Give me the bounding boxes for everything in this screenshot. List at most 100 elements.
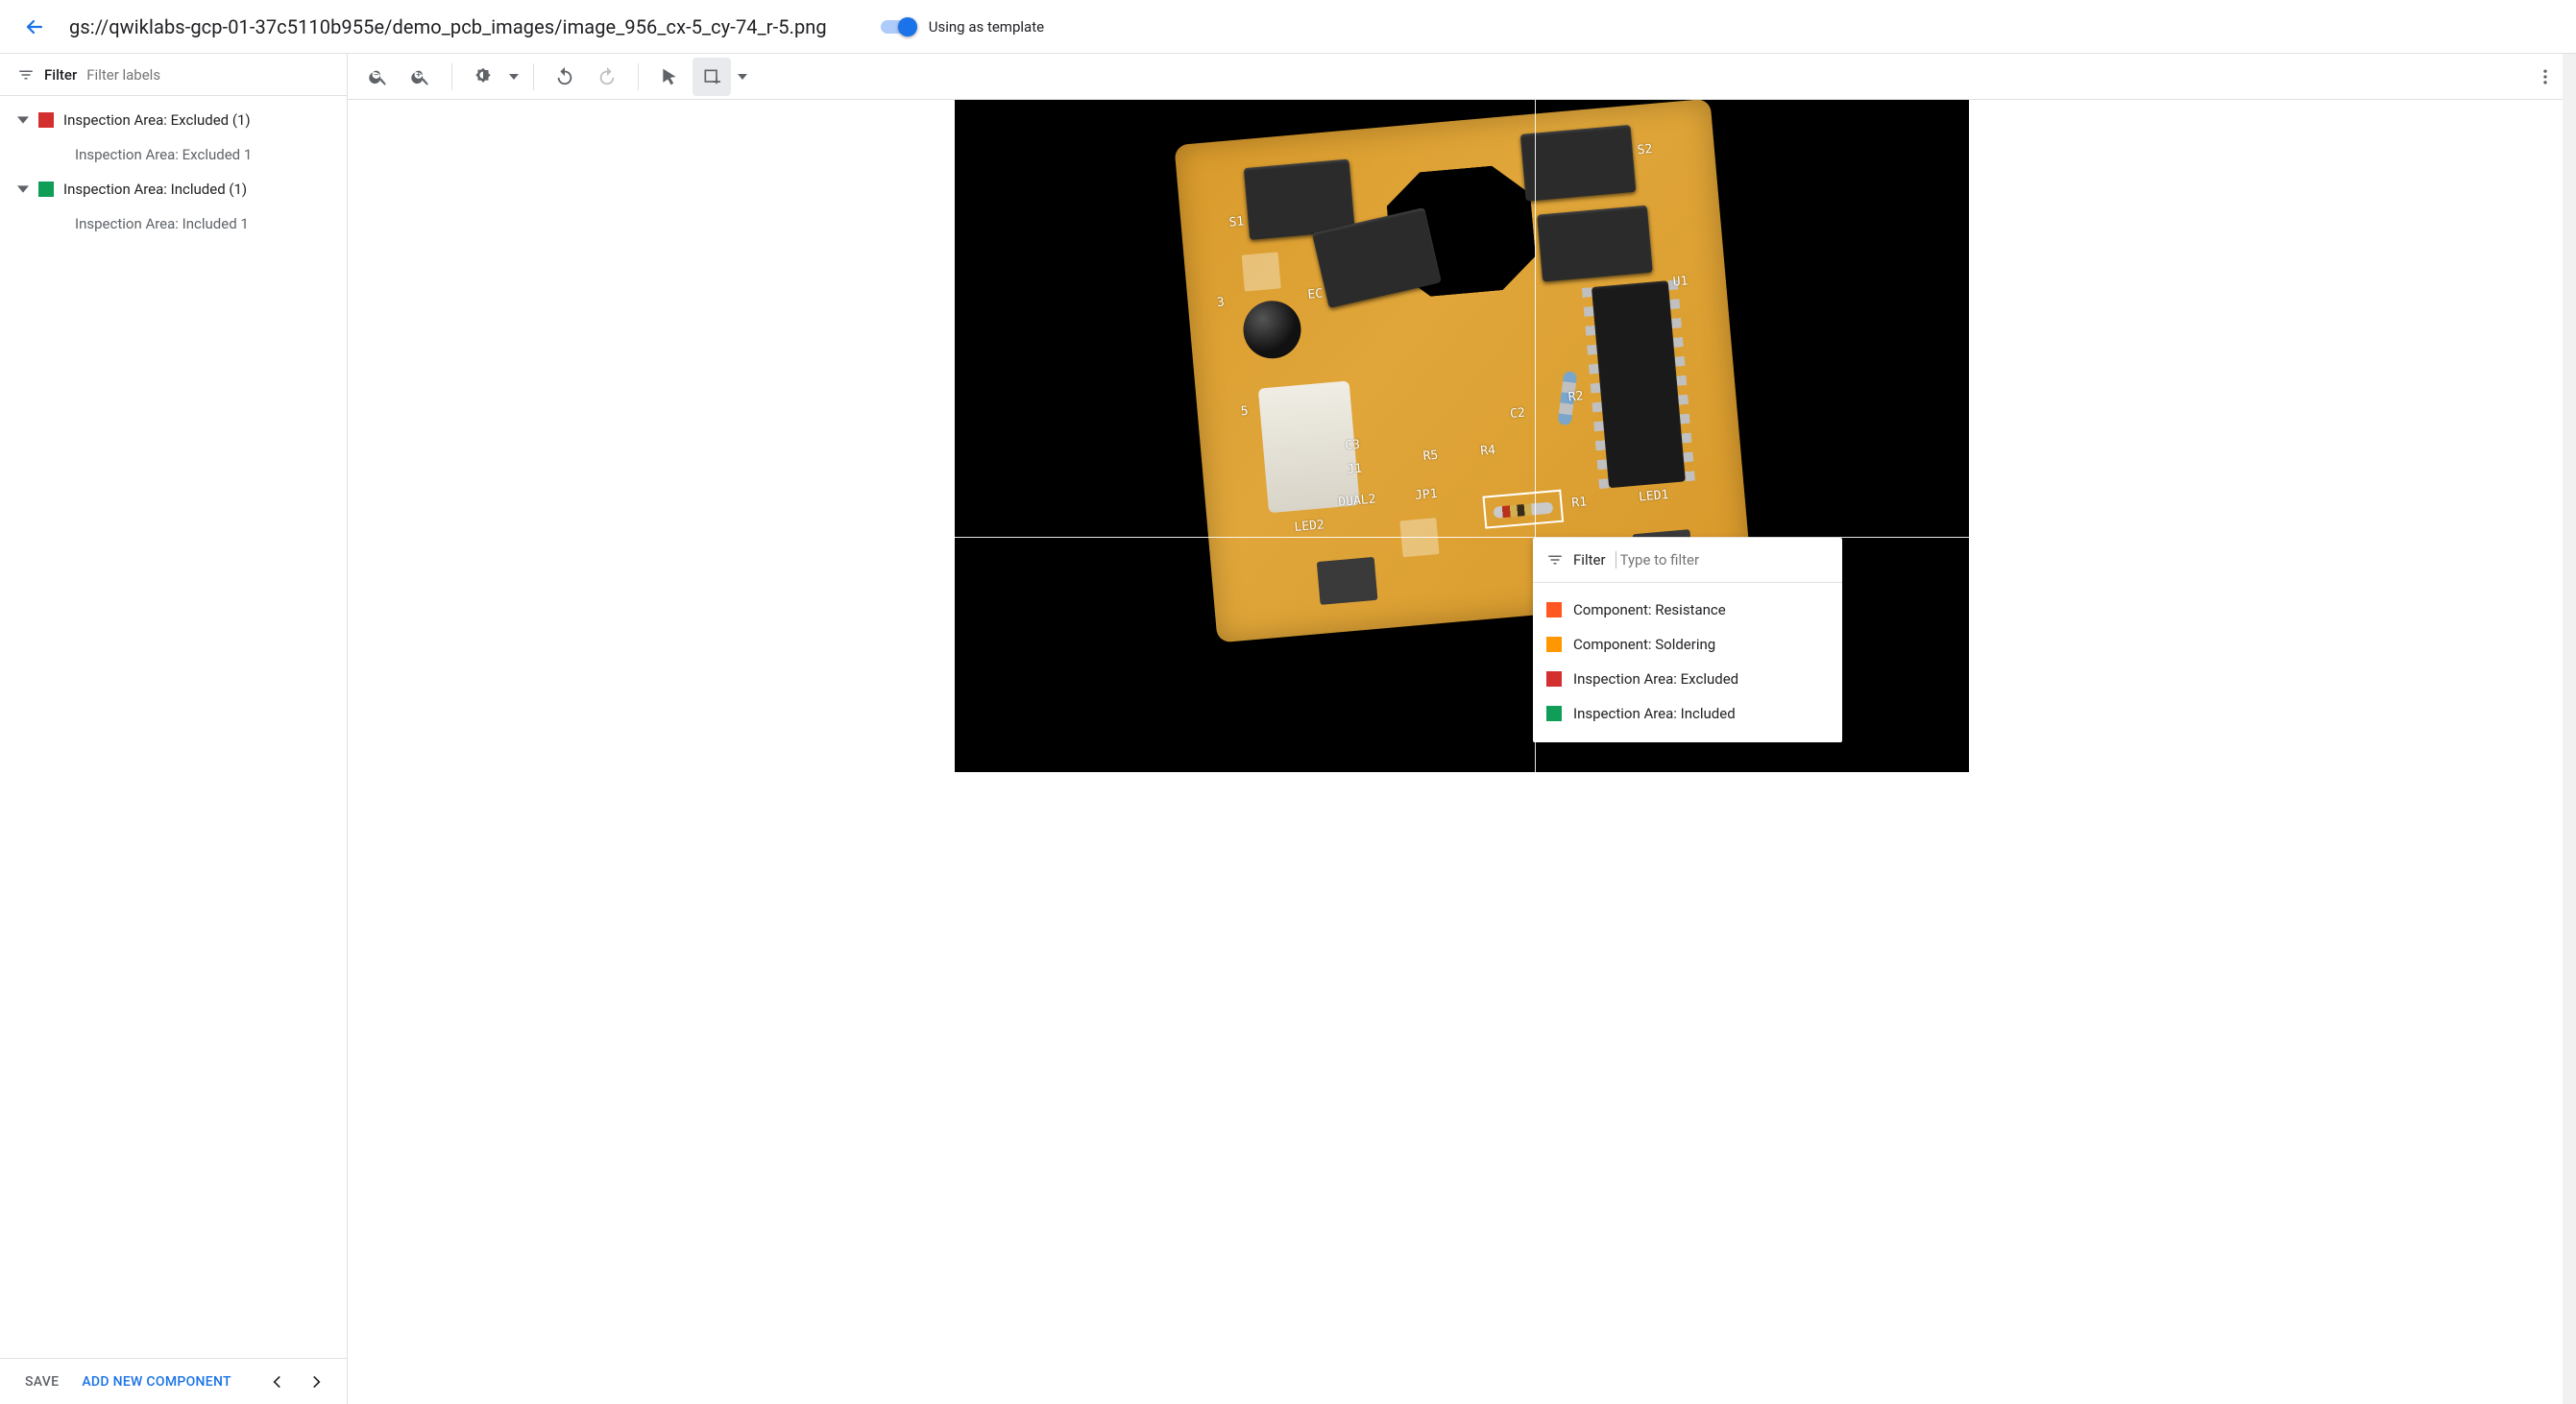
silkscreen-label: R5 — [1422, 448, 1439, 464]
group-label-included: Inspection Area: Included (1) — [63, 181, 247, 198]
label-selector-popover: Filter Component: Resistance Component: … — [1533, 538, 1842, 742]
pointer-tool-button[interactable] — [650, 58, 689, 96]
silkscreen-label: S2 — [1637, 142, 1653, 157]
caret-down-icon — [509, 74, 519, 80]
popover-option-soldering[interactable]: Component: Soldering — [1533, 627, 1842, 662]
color-chip — [1546, 602, 1562, 617]
popover-filter-bar: Filter — [1533, 538, 1842, 583]
image-canvas: S1 S2 3 5 U1 C2 C3 J1 R2 R4 R5 R1 JP1 DU… — [955, 100, 1969, 772]
silkscreen-label: DUAL2 — [1338, 493, 1376, 510]
prev-image-button[interactable] — [260, 1365, 295, 1399]
group-header-included[interactable]: Inspection Area: Included (1) — [0, 171, 347, 207]
popover-filter-input[interactable] — [1616, 551, 1829, 569]
top-bar: gs://qwiklabs-gcp-01-37c5110b955e/demo_p… — [0, 0, 2576, 54]
zoom-in-icon — [410, 66, 431, 87]
zoom-in-button[interactable] — [401, 58, 440, 96]
scrollbar-track[interactable] — [2563, 54, 2576, 1404]
image-viewport[interactable]: S1 S2 3 5 U1 C2 C3 J1 R2 R4 R5 R1 JP1 DU… — [348, 100, 2576, 1404]
sidebar-filter-bar: Filter — [0, 54, 347, 96]
brightness-button[interactable] — [464, 58, 502, 96]
undo-icon — [554, 66, 575, 87]
silkscreen-label: R1 — [1571, 495, 1588, 510]
caret-down-icon — [738, 74, 747, 80]
chevron-down-icon — [17, 183, 29, 195]
sidebar-footer: SAVE ADD NEW COMPONENT — [0, 1358, 347, 1404]
silkscreen-label: C2 — [1509, 406, 1525, 422]
more-vert-icon — [2536, 67, 2555, 86]
more-menu-button[interactable] — [2526, 58, 2564, 96]
silkscreen-label: 3 — [1216, 295, 1225, 310]
chevron-down-icon — [17, 114, 29, 126]
box-tool-dropdown[interactable] — [735, 74, 750, 80]
silkscreen-label: R4 — [1480, 443, 1496, 458]
silkscreen-label: LED1 — [1639, 488, 1670, 505]
toolbar-separator — [533, 63, 534, 90]
arrow-back-icon — [23, 15, 46, 38]
filter-label: Filter — [44, 66, 77, 84]
popover-option-label: Inspection Area: Excluded — [1573, 670, 1738, 688]
zoom-out-icon — [368, 66, 389, 87]
silkscreen-label: R2 — [1567, 389, 1584, 404]
toggle-thumb — [898, 17, 917, 36]
color-chip-excluded — [38, 112, 54, 128]
brightness-dropdown[interactable] — [506, 74, 522, 80]
filter-icon — [1546, 551, 1564, 569]
undo-button[interactable] — [546, 58, 584, 96]
popover-option-list: Component: Resistance Component: Solderi… — [1533, 583, 1842, 742]
silkscreen-label: J1 — [1347, 462, 1363, 477]
toolbar-separator — [451, 63, 452, 90]
redo-icon — [596, 66, 618, 87]
label-tree: Inspection Area: Excluded (1) Inspection… — [0, 96, 347, 1358]
back-button[interactable] — [15, 8, 54, 46]
color-chip-included — [38, 182, 54, 197]
silkscreen-label: S1 — [1228, 214, 1245, 230]
chevron-right-icon — [306, 1372, 326, 1392]
solder-pad — [1242, 252, 1281, 291]
color-chip — [1546, 706, 1562, 721]
add-new-component-button[interactable]: ADD NEW COMPONENT — [82, 1374, 231, 1390]
led2-component — [1317, 557, 1378, 605]
zoom-out-button[interactable] — [359, 58, 398, 96]
color-chip — [1546, 671, 1562, 687]
file-path: gs://qwiklabs-gcp-01-37c5110b955e/demo_p… — [69, 15, 827, 38]
sidebar-filter-input[interactable] — [86, 66, 333, 84]
popover-filter-label: Filter — [1573, 551, 1606, 569]
canvas-area: S1 S2 3 5 U1 C2 C3 J1 R2 R4 R5 R1 JP1 DU… — [348, 54, 2576, 1404]
cursor-icon — [660, 67, 679, 86]
popover-option-label: Component: Soldering — [1573, 636, 1715, 653]
tree-item-excluded-1[interactable]: Inspection Area: Excluded 1 — [0, 138, 347, 171]
popover-option-label: Inspection Area: Included — [1573, 705, 1736, 722]
silkscreen-label: LED2 — [1294, 518, 1325, 535]
silkscreen-label: JP1 — [1415, 487, 1439, 503]
silkscreen-label: U1 — [1672, 274, 1689, 289]
color-chip — [1546, 637, 1562, 652]
popover-option-included[interactable]: Inspection Area: Included — [1533, 696, 1842, 731]
tree-item-included-1[interactable]: Inspection Area: Included 1 — [0, 207, 347, 240]
filter-icon — [17, 66, 35, 84]
chevron-left-icon — [268, 1372, 287, 1392]
silkscreen-label: C3 — [1345, 438, 1361, 453]
toggle-label: Using as template — [929, 18, 1044, 36]
resistor-r1 — [1493, 501, 1553, 518]
toolbar-separator — [638, 63, 639, 90]
brightness-icon — [473, 66, 494, 87]
component-s2 — [1520, 125, 1637, 202]
left-sidebar: Filter Inspection Area: Excluded (1) Ins… — [0, 54, 348, 1404]
selection-box-r1[interactable] — [1482, 490, 1564, 529]
save-button[interactable]: SAVE — [25, 1374, 59, 1390]
next-image-button[interactable] — [299, 1365, 333, 1399]
popover-option-excluded[interactable]: Inspection Area: Excluded — [1533, 662, 1842, 696]
popover-option-resistance[interactable]: Component: Resistance — [1533, 593, 1842, 627]
template-toggle[interactable] — [881, 20, 915, 34]
component-s3 — [1537, 206, 1653, 282]
bounding-box-icon — [702, 67, 721, 86]
group-label-excluded: Inspection Area: Excluded (1) — [63, 111, 251, 129]
canvas-toolbar — [348, 54, 2576, 100]
silkscreen-label: 5 — [1240, 404, 1249, 420]
redo-button[interactable] — [588, 58, 626, 96]
silkscreen-label: EC — [1307, 287, 1324, 303]
bounding-box-tool-button[interactable] — [693, 58, 731, 96]
capacitor — [1241, 299, 1303, 361]
popover-option-label: Component: Resistance — [1573, 601, 1726, 618]
group-header-excluded[interactable]: Inspection Area: Excluded (1) — [0, 102, 347, 138]
